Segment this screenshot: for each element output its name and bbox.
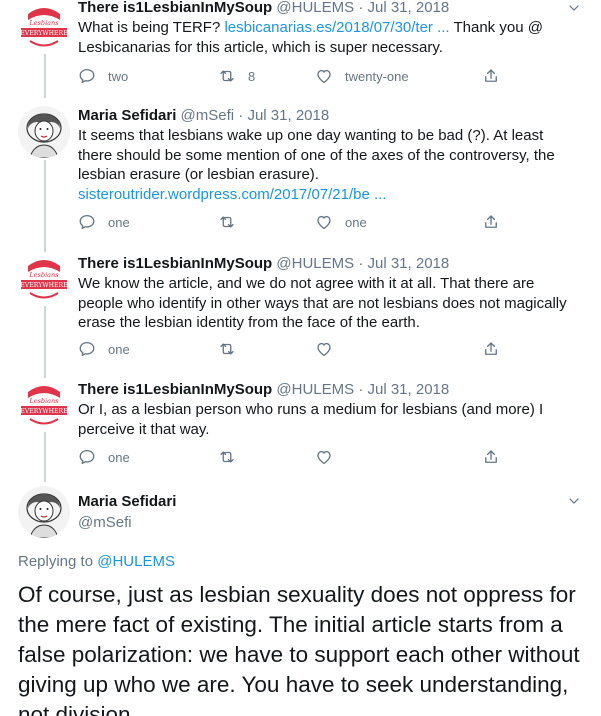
like-button[interactable]: twenty-one bbox=[315, 67, 409, 85]
chevron-down-icon[interactable] bbox=[567, 1, 581, 15]
author-handle[interactable]: @HULEMS bbox=[276, 255, 354, 272]
tweet-text: We know the article, and we do not agree… bbox=[78, 275, 567, 331]
reply-count: one bbox=[108, 449, 130, 465]
tweet-text: It seems that lesbians wake up one day w… bbox=[78, 127, 555, 203]
focused-tweet-text: Of course, just as lesbian sexuality doe… bbox=[18, 582, 580, 716]
like-button[interactable] bbox=[315, 340, 333, 358]
article-link[interactable]: sisteroutrider.wordpress.com/2017/07/21/… bbox=[78, 186, 387, 203]
tweet[interactable]: There is1LesbianInMySoup @HULEMS · Jul 3… bbox=[0, 378, 601, 482]
retweet-count: 8 bbox=[248, 68, 256, 84]
author-name[interactable]: There is1LesbianInMySoup bbox=[78, 381, 272, 398]
like-icon bbox=[315, 67, 333, 85]
thread-line bbox=[44, 160, 46, 252]
like-count: twenty-one bbox=[345, 68, 409, 84]
share-icon bbox=[482, 448, 500, 466]
replying-to: Replying to @HULEMS bbox=[18, 553, 175, 570]
reply-icon bbox=[78, 340, 96, 358]
retweet-icon bbox=[218, 67, 236, 85]
reply-icon bbox=[78, 448, 96, 466]
reply-icon bbox=[78, 67, 96, 85]
avatar[interactable] bbox=[18, 486, 70, 538]
article-link[interactable]: lesbicanarias.es/2018/07/30/ter ... bbox=[224, 19, 449, 36]
author-name[interactable]: Maria Sefidari bbox=[78, 107, 176, 124]
chevron-down-icon[interactable] bbox=[567, 494, 581, 508]
tweet-date[interactable]: Jul 31, 2018 bbox=[367, 0, 449, 16]
separator-dot: · bbox=[358, 381, 364, 398]
author-name[interactable]: Maria Sefidari bbox=[78, 492, 581, 511]
author-name[interactable]: There is1LesbianInMySoup bbox=[78, 0, 272, 16]
tweet-date[interactable]: Jul 31, 2018 bbox=[247, 107, 329, 124]
tweet-text: What is being TERF? lesbicanarias.es/201… bbox=[78, 19, 543, 56]
retweet-button[interactable] bbox=[218, 340, 236, 358]
share-button[interactable] bbox=[482, 340, 500, 358]
avatar[interactable] bbox=[18, 252, 70, 304]
share-icon bbox=[482, 340, 500, 358]
retweet-icon bbox=[218, 213, 236, 231]
tweet[interactable]: There is1LesbianInMySoup @HULEMS · Jul 3… bbox=[0, 252, 601, 380]
author-name[interactable]: There is1LesbianInMySoup bbox=[78, 255, 272, 272]
like-count: one bbox=[345, 214, 367, 230]
author-handle[interactable]: @mSefi bbox=[78, 513, 581, 532]
portrait-illustration bbox=[18, 486, 70, 538]
separator-dot: · bbox=[358, 255, 364, 272]
share-button[interactable] bbox=[482, 448, 500, 466]
retweet-button[interactable]: 8 bbox=[218, 67, 255, 85]
retweet-button[interactable] bbox=[218, 213, 236, 231]
lesbians-everywhere-logo bbox=[18, 0, 70, 52]
like-icon bbox=[315, 340, 333, 358]
lesbians-everywhere-logo bbox=[18, 378, 70, 430]
avatar[interactable] bbox=[18, 0, 70, 52]
replying-to-link[interactable]: @HULEMS bbox=[97, 553, 175, 570]
share-icon bbox=[482, 67, 500, 85]
separator-dot: · bbox=[238, 107, 244, 124]
tweet-date[interactable]: Jul 31, 2018 bbox=[367, 255, 449, 272]
like-icon bbox=[315, 448, 333, 466]
tweet[interactable]: There is1LesbianInMySoup @HULEMS · Jul 3… bbox=[0, 0, 601, 98]
thread-line bbox=[44, 54, 46, 98]
thread-line bbox=[44, 306, 46, 378]
tweet-text: Or I, as a lesbian person who runs a med… bbox=[78, 401, 544, 438]
share-button[interactable] bbox=[482, 67, 500, 85]
portrait-illustration bbox=[18, 106, 70, 158]
reply-button[interactable]: two bbox=[78, 67, 128, 85]
retweet-icon bbox=[218, 448, 236, 466]
author-handle[interactable]: @HULEMS bbox=[276, 0, 354, 16]
author-handle[interactable]: @mSefi bbox=[181, 107, 235, 124]
thread-line bbox=[44, 432, 46, 482]
share-button[interactable] bbox=[482, 213, 500, 231]
avatar[interactable] bbox=[18, 378, 70, 430]
separator-dot: · bbox=[358, 0, 364, 16]
reply-button[interactable]: one bbox=[78, 213, 130, 231]
author-handle[interactable]: @HULEMS bbox=[276, 381, 354, 398]
retweet-icon bbox=[218, 340, 236, 358]
like-button[interactable] bbox=[315, 448, 333, 466]
reply-icon bbox=[78, 213, 96, 231]
lesbians-everywhere-logo bbox=[18, 252, 70, 304]
reply-button[interactable]: one bbox=[78, 340, 130, 358]
like-icon bbox=[315, 213, 333, 231]
tweet[interactable]: Maria Sefidari @mSefi · Jul 31, 2018 It … bbox=[0, 106, 601, 254]
reply-count: one bbox=[108, 214, 130, 230]
tweet-date[interactable]: Jul 31, 2018 bbox=[367, 381, 449, 398]
reply-count: one bbox=[108, 341, 130, 357]
share-icon bbox=[482, 213, 500, 231]
reply-button[interactable]: one bbox=[78, 448, 130, 466]
avatar[interactable] bbox=[18, 106, 70, 158]
like-button[interactable]: one bbox=[315, 213, 367, 231]
retweet-button[interactable] bbox=[218, 448, 236, 466]
reply-count: two bbox=[108, 68, 129, 84]
